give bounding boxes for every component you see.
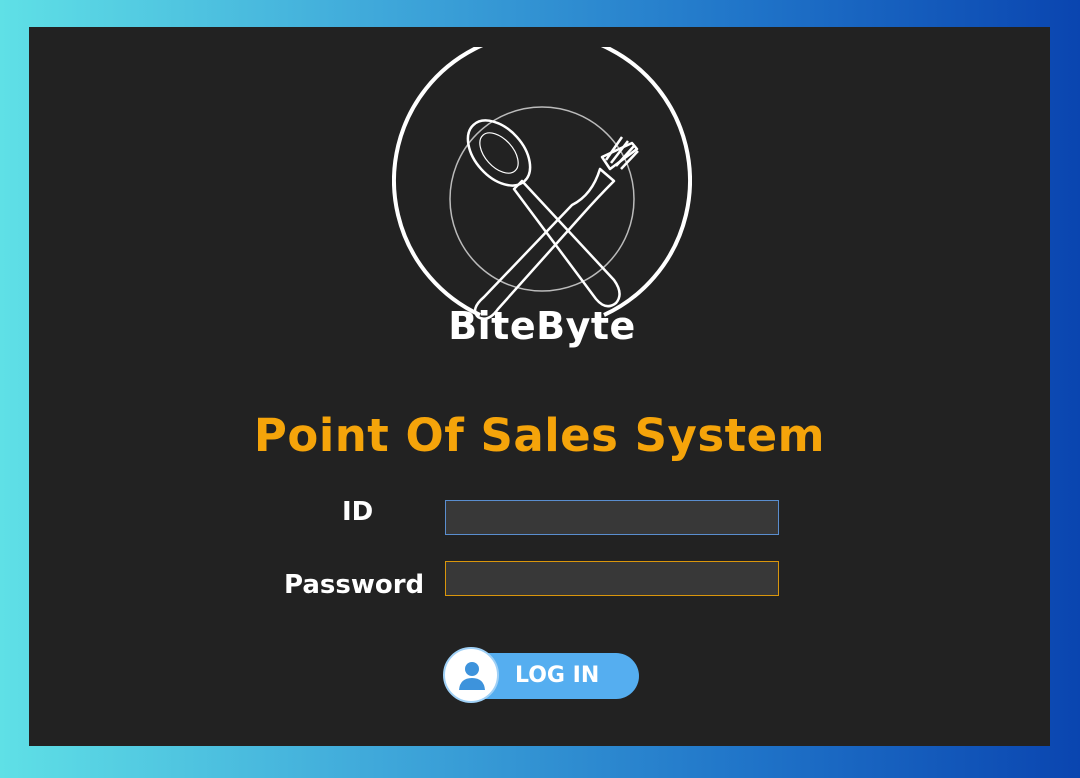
user-icon — [459, 662, 485, 690]
login-button[interactable]: LOG IN — [443, 647, 641, 707]
login-button-label: LOG IN — [515, 663, 600, 688]
brand-name: BiteByte — [448, 304, 636, 348]
page-title: Point Of Sales System — [253, 409, 826, 462]
bitebyte-logo: BiteByte — [392, 47, 692, 387]
password-label: Password — [284, 570, 425, 600]
login-window: BiteByte Point Of Sales System ID Passwo… — [29, 27, 1050, 746]
password-input[interactable] — [445, 561, 779, 596]
user-icon-circle — [443, 647, 499, 703]
id-input[interactable] — [445, 500, 779, 535]
id-label: ID — [342, 497, 374, 527]
